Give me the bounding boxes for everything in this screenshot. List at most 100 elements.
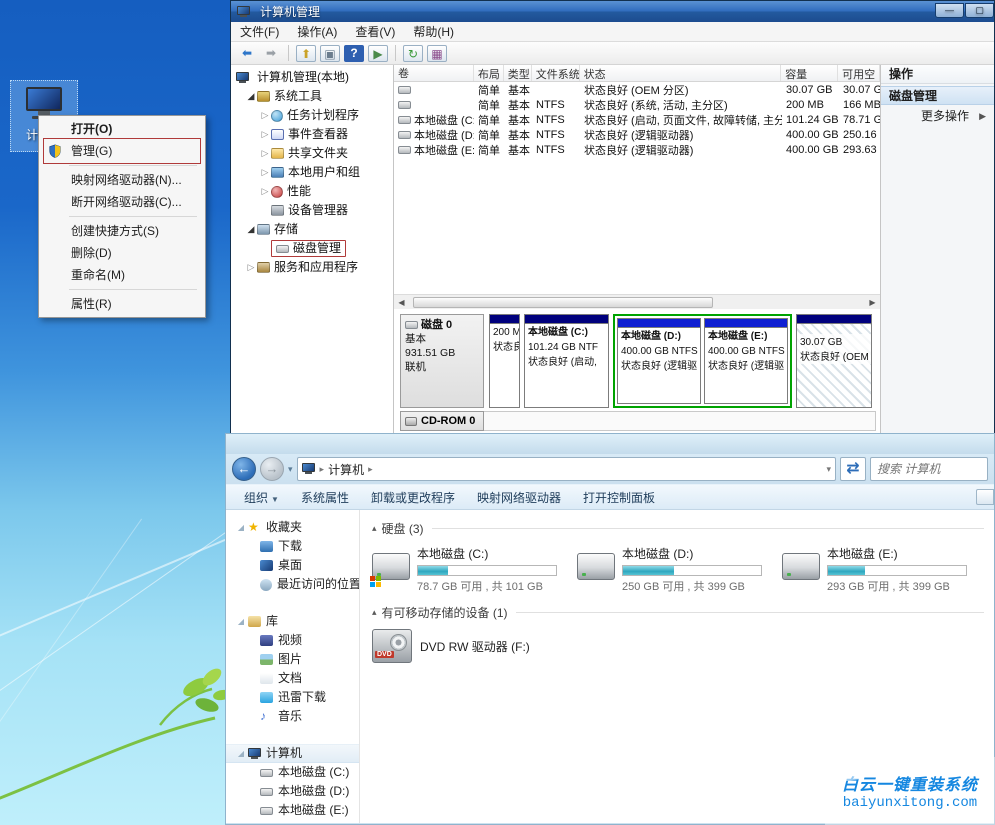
dvd-drive-tile[interactable]: DVD DVD RW 驱动器 (F:) — [372, 629, 994, 663]
column-header-type[interactable]: 类型 — [504, 65, 532, 81]
group-header-harddisks[interactable]: ▴ 硬盘 (3) — [372, 520, 994, 537]
sidebar-group-favorites[interactable]: ◢ ★ 收藏夹 — [226, 518, 359, 537]
explorer-titlebar[interactable] — [226, 434, 994, 454]
sidebar-item-drive-d[interactable]: 本地磁盘 (D:) — [226, 782, 359, 801]
tree-item-services[interactable]: ▷ 服务和应用程序 — [231, 258, 393, 277]
cm-titlebar[interactable]: 计算机管理 — ▢ — [231, 1, 994, 22]
column-header-free[interactable]: 可用空 — [838, 65, 880, 81]
tree-item-storage[interactable]: ◢ 存储 — [231, 220, 393, 239]
group-collapse-icon[interactable]: ▴ — [372, 523, 377, 534]
up-folder-icon[interactable]: ⬆ — [296, 45, 316, 62]
expanded-arrow-icon[interactable]: ◢ — [245, 220, 257, 239]
column-header-filesystem[interactable]: 文件系统 — [532, 65, 580, 81]
refresh-button[interactable]: ⇄ — [840, 457, 866, 481]
scrollbar-thumb[interactable] — [413, 297, 713, 308]
volume-row[interactable]: 简单 基本 NTFS 状态良好 (系统, 活动, 主分区) 200 MB 166… — [394, 97, 880, 112]
menu-item-map-drive[interactable]: 映射网络驱动器(N)... — [41, 169, 203, 191]
forward-button[interactable]: → — [260, 457, 284, 481]
menu-item-manage[interactable]: 管理(G) — [41, 140, 203, 162]
recent-pages-dropdown-icon[interactable]: ▾ — [288, 464, 293, 475]
tree-item-local-users[interactable]: ▷ 本地用户和组 — [231, 163, 393, 182]
collapse-arrow-icon[interactable]: ◢ — [234, 744, 248, 763]
tree-item-performance[interactable]: ▷ 性能 — [231, 182, 393, 201]
menu-item-create-shortcut[interactable]: 创建快捷方式(S) — [41, 220, 203, 242]
scroll-left-arrow[interactable]: ◀ — [394, 298, 409, 307]
scroll-right-arrow[interactable]: ▶ — [865, 298, 880, 307]
address-dropdown-icon[interactable]: ▾ — [826, 464, 831, 475]
collapsed-arrow-icon[interactable]: ▷ — [259, 144, 271, 163]
tree-item-task-scheduler[interactable]: ▷ 任务计划程序 — [231, 106, 393, 125]
tree-item-disk-management[interactable]: 磁盘管理 — [231, 239, 393, 258]
sidebar-item-desktop[interactable]: 桌面 — [226, 556, 359, 575]
menu-file[interactable]: 文件(F) — [231, 23, 288, 40]
partition-c[interactable]: 本地磁盘 (C:) 101.24 GB NTF 状态良好 (启动, — [524, 314, 609, 408]
tree-item-device-manager[interactable]: 设备管理器 — [231, 201, 393, 220]
refresh-icon[interactable]: ↻ — [403, 45, 423, 62]
partition-system[interactable]: 200 M 状态良 — [489, 314, 520, 408]
sidebar-item-downloads[interactable]: 下载 — [226, 537, 359, 556]
maximize-button[interactable]: ▢ — [965, 3, 994, 18]
tree-item-shared-folders[interactable]: ▷ 共享文件夹 — [231, 144, 393, 163]
views-button[interactable] — [976, 489, 994, 505]
collapsed-arrow-icon[interactable]: ▷ — [259, 106, 271, 125]
control-panel-button[interactable]: 打开控制面板 — [573, 486, 665, 509]
disk-console-icon[interactable]: ▦ — [427, 45, 447, 62]
action-pane-icon[interactable]: ▶ — [368, 45, 388, 62]
collapsed-arrow-icon[interactable]: ▷ — [259, 125, 271, 144]
horizontal-scrollbar[interactable]: ◀ ▶ — [394, 294, 880, 309]
search-box[interactable] — [870, 457, 988, 481]
partition-d[interactable]: 本地磁盘 (D:) 400.00 GB NTFS 状态良好 (逻辑驱 — [617, 318, 701, 404]
menu-item-disconnect-drive[interactable]: 断开网络驱动器(C)... — [41, 191, 203, 213]
system-properties-button[interactable]: 系统属性 — [291, 486, 359, 509]
sidebar-group-libraries[interactable]: ◢ 库 — [226, 612, 359, 631]
tree-item-root[interactable]: 计算机管理(本地) — [231, 68, 393, 87]
volume-row[interactable]: 本地磁盘 (E:) 简单 基本 NTFS 状态良好 (逻辑驱动器) 400.00… — [394, 142, 880, 157]
breadcrumb-arrow-icon[interactable]: ▸ — [368, 464, 373, 475]
drive-tile-e[interactable]: 本地磁盘 (E:) 293 GB 可用 , 共 399 GB — [782, 545, 987, 594]
sidebar-item-recent-places[interactable]: 最近访问的位置 — [226, 575, 359, 594]
actions-disk-management[interactable]: 磁盘管理 — [881, 86, 994, 105]
partition-e[interactable]: 本地磁盘 (E:) 400.00 GB NTFS 状态良好 (逻辑驱 — [704, 318, 788, 404]
map-drive-button[interactable]: 映射网络驱动器 — [467, 486, 571, 509]
collapsed-arrow-icon[interactable]: ▷ — [259, 182, 271, 201]
tree-item-system-tools[interactable]: ◢ 系统工具 — [231, 87, 393, 106]
sidebar-item-drive-c[interactable]: 本地磁盘 (C:) — [226, 763, 359, 782]
sidebar-item-drive-e[interactable]: 本地磁盘 (E:) — [226, 801, 359, 820]
column-header-status[interactable]: 状态 — [580, 65, 782, 81]
search-input[interactable] — [871, 458, 987, 480]
minimize-button[interactable]: — — [935, 3, 964, 18]
cdrom-info[interactable]: CD-ROM 0 — [400, 411, 484, 431]
volume-row[interactable]: 本地磁盘 (D:) 简单 基本 NTFS 状态良好 (逻辑驱动器) 400.00… — [394, 127, 880, 142]
sidebar-item-thunder-downloads[interactable]: 迅雷下载 — [226, 688, 359, 707]
tree-item-event-viewer[interactable]: ▷ 事件查看器 — [231, 125, 393, 144]
uninstall-button[interactable]: 卸载或更改程序 — [361, 486, 465, 509]
breadcrumb[interactable]: ▸ 计算机 ▸ ▾ — [297, 457, 836, 481]
help-icon[interactable]: ? — [344, 45, 364, 62]
sidebar-item-videos[interactable]: 视频 — [226, 631, 359, 650]
collapse-arrow-icon[interactable]: ◢ — [234, 518, 248, 537]
menu-item-properties[interactable]: 属性(R) — [41, 293, 203, 315]
menu-item-open[interactable]: 打开(O) — [41, 118, 203, 140]
collapsed-arrow-icon[interactable]: ▷ — [245, 258, 257, 277]
show-console-tree-icon[interactable]: ▣ — [320, 45, 340, 62]
sidebar-item-documents[interactable]: 文档 — [226, 669, 359, 688]
collapse-arrow-icon[interactable]: ◢ — [234, 612, 248, 631]
menu-action[interactable]: 操作(A) — [288, 23, 346, 40]
organize-button[interactable]: 组织▼ — [234, 486, 289, 509]
drive-tile-d[interactable]: 本地磁盘 (D:) 250 GB 可用 , 共 399 GB — [577, 545, 782, 594]
back-icon[interactable]: ⬅ — [237, 45, 257, 62]
sidebar-group-computer[interactable]: ◢ 计算机 — [226, 744, 359, 763]
menu-item-delete[interactable]: 删除(D) — [41, 242, 203, 264]
back-button[interactable]: ← — [232, 457, 256, 481]
drive-tile-c[interactable]: 本地磁盘 (C:) 78.7 GB 可用 , 共 101 GB — [372, 545, 577, 594]
menu-help[interactable]: 帮助(H) — [404, 23, 463, 40]
disk0-info[interactable]: 磁盘 0 基本 931.51 GB 联机 — [400, 314, 484, 408]
volume-row[interactable]: 本地磁盘 (C:) 简单 基本 NTFS 状态良好 (启动, 页面文件, 故障转… — [394, 112, 880, 127]
column-header-capacity[interactable]: 容量 — [781, 65, 838, 81]
expanded-arrow-icon[interactable]: ◢ — [245, 87, 257, 106]
volume-row[interactable]: 简单 基本 状态良好 (OEM 分区) 30.07 GB 30.07 G — [394, 82, 880, 97]
forward-icon[interactable]: ➡ — [261, 45, 281, 62]
partition-oem[interactable]: 30.07 GB 状态良好 (OEM — [796, 314, 872, 408]
sidebar-item-music[interactable]: ♪ 音乐 — [226, 707, 359, 726]
collapsed-arrow-icon[interactable]: ▷ — [259, 163, 271, 182]
